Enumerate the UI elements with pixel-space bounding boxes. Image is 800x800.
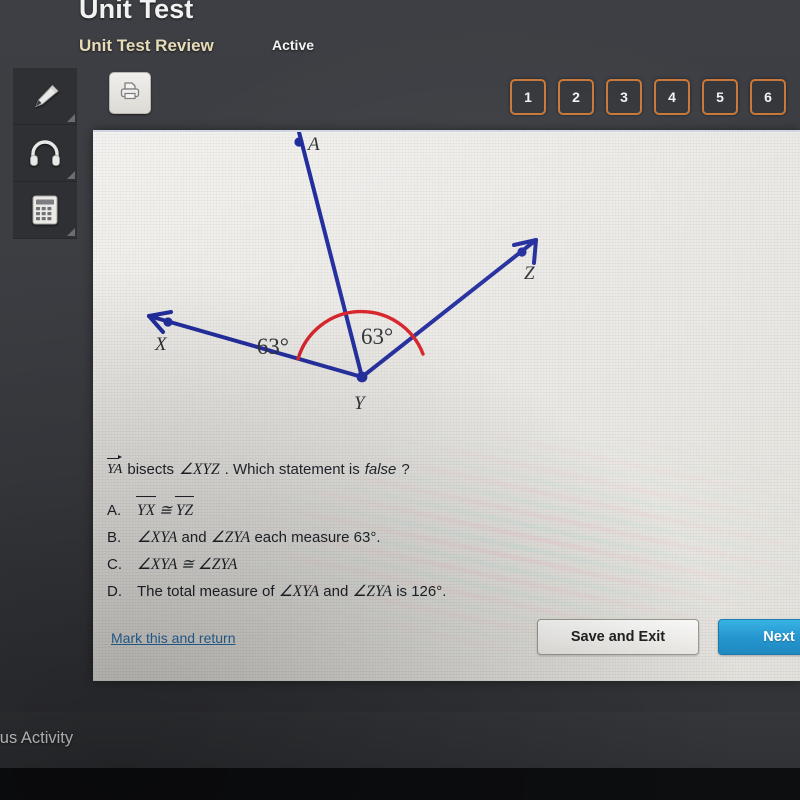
choice-d-letter: D. bbox=[107, 583, 122, 600]
choice-b-and: and bbox=[177, 529, 211, 546]
choice-d-lead: The total measure of bbox=[137, 583, 279, 600]
question-block: YA bisects ∠XYZ . Which statement is fal… bbox=[107, 455, 767, 605]
printer-icon bbox=[118, 80, 142, 107]
assessment-app: Unit Test Unit Test Review Active 1 2 3 … bbox=[0, 0, 800, 800]
point-a-dot bbox=[294, 137, 304, 147]
pager-item-5[interactable]: 5 bbox=[702, 79, 738, 115]
question-pager: 1 2 3 4 5 6 bbox=[510, 79, 786, 115]
highlighter-tool[interactable] bbox=[13, 68, 77, 125]
angle-zya-d: ∠ZYA bbox=[352, 583, 393, 600]
audio-tool[interactable] bbox=[13, 125, 77, 182]
segment-yz: YZ bbox=[174, 495, 195, 524]
stem-ray-ya: YA bbox=[107, 455, 123, 480]
angle-label-right: 63° bbox=[361, 324, 393, 349]
angle-label-left: 63° bbox=[257, 334, 289, 359]
point-x-label: X bbox=[154, 334, 168, 355]
angle-xya-b: ∠XYA bbox=[137, 529, 178, 546]
stem-text-qmark: ? bbox=[401, 461, 410, 478]
congruent-symbol-c: ≅ bbox=[177, 556, 198, 573]
page-title: Unit Test bbox=[79, 0, 194, 24]
choice-b[interactable]: B. ∠XYA and ∠ZYA each measure 63°. bbox=[107, 524, 767, 551]
point-a-label: A bbox=[306, 134, 320, 155]
previous-activity-link[interactable]: Previous Activity bbox=[0, 729, 73, 748]
stem-text-bisects: bisects bbox=[127, 461, 175, 478]
pager-item-6[interactable]: 6 bbox=[750, 79, 786, 115]
point-z-dot bbox=[517, 247, 527, 257]
point-x-dot bbox=[163, 317, 173, 327]
choice-b-letter: B. bbox=[107, 529, 122, 546]
calculator-icon bbox=[30, 194, 60, 226]
angle-zya-c: ∠ZYA bbox=[197, 556, 238, 573]
angle-zya-b: ∠ZYA bbox=[210, 529, 251, 546]
ray-yz bbox=[360, 238, 538, 379]
choice-d[interactable]: D. The total measure of ∠XYA and ∠ZYA is… bbox=[107, 578, 767, 605]
headphones-icon bbox=[28, 139, 62, 167]
choice-c[interactable]: C. ∠XYA ≅ ∠ZYA bbox=[107, 551, 767, 578]
stem-text-which: . Which statement is bbox=[224, 461, 360, 478]
next-button[interactable]: Next bbox=[718, 619, 800, 655]
pager-item-1[interactable]: 1 bbox=[510, 79, 546, 115]
stem-angle-xyz: ∠XYZ bbox=[179, 461, 220, 478]
choice-c-letter: C. bbox=[107, 556, 122, 573]
pager-item-3[interactable]: 3 bbox=[606, 79, 642, 115]
choice-a-letter: A. bbox=[107, 502, 122, 519]
pencil-icon bbox=[28, 81, 62, 111]
choice-a-text: YX ≅ YZ bbox=[135, 495, 195, 524]
subheader: Unit Test Review Active bbox=[79, 36, 314, 58]
angle-xya-d: ∠XYA bbox=[278, 583, 320, 600]
calculator-tool[interactable] bbox=[13, 182, 77, 239]
stem-emphasis-false: false bbox=[364, 461, 397, 478]
question-stem: YA bisects ∠XYZ . Which statement is fal… bbox=[107, 455, 767, 480]
point-y-label: Y bbox=[354, 393, 367, 414]
choice-d-tail: is 126°. bbox=[392, 583, 447, 600]
point-y-dot bbox=[356, 371, 368, 383]
question-panel: A X Y Z 63° 63° YA bisects ∠XYZ . Which … bbox=[93, 130, 800, 681]
point-z-label: Z bbox=[524, 263, 535, 284]
print-button[interactable] bbox=[109, 72, 151, 114]
status-badge: Active bbox=[272, 37, 315, 53]
choice-b-tail: each measure 63°. bbox=[250, 529, 381, 546]
choice-a[interactable]: A. YX ≅ YZ bbox=[107, 495, 767, 524]
choice-d-text: The total measure of ∠XYA and ∠ZYA is 12… bbox=[137, 578, 446, 605]
save-and-exit-button[interactable]: Save and Exit bbox=[537, 619, 699, 655]
pager-item-4[interactable]: 4 bbox=[654, 79, 690, 115]
answer-choices: A. YX ≅ YZ B. ∠XYA and ∠ZYA each measure… bbox=[107, 495, 767, 605]
footer-actions: Mark this and return Save and Exit Next bbox=[93, 617, 800, 681]
angle-xya-c: ∠XYA bbox=[137, 556, 178, 573]
tool-rail bbox=[13, 68, 77, 239]
geometry-figure: A X Y Z 63° 63° bbox=[93, 132, 800, 462]
screen-bezel bbox=[0, 768, 800, 800]
choice-c-text: ∠XYA ≅ ∠ZYA bbox=[137, 551, 237, 578]
ray-yx bbox=[147, 314, 364, 379]
assignment-name: Unit Test Review bbox=[79, 36, 214, 55]
choice-b-text: ∠XYA and ∠ZYA each measure 63°. bbox=[137, 524, 381, 551]
choice-d-and: and bbox=[319, 583, 353, 600]
mark-this-and-return-link[interactable]: Mark this and return bbox=[111, 630, 236, 646]
congruent-symbol-a: ≅ bbox=[155, 502, 176, 519]
segment-yx: YX bbox=[135, 495, 157, 524]
bottom-bar: Previous Activity bbox=[0, 712, 800, 768]
pager-item-2[interactable]: 2 bbox=[558, 79, 594, 115]
